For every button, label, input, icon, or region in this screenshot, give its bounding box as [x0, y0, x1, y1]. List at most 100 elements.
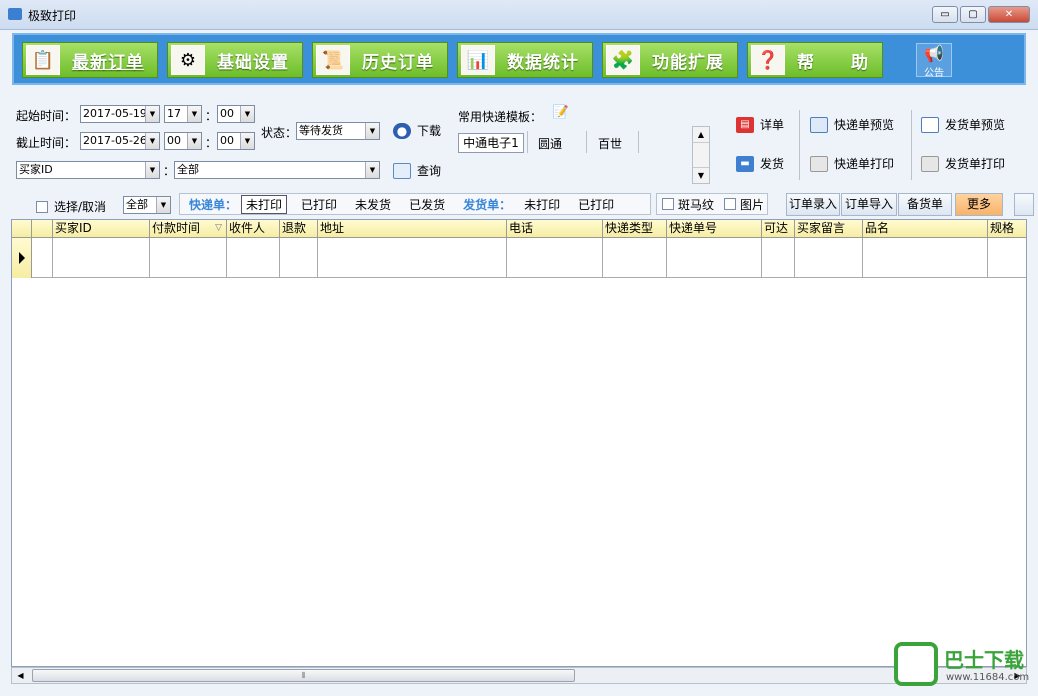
- filter-delivery-printed[interactable]: 已打印: [569, 196, 623, 213]
- order-import-button[interactable]: 订单导入: [841, 193, 897, 216]
- template-item[interactable]: 圆通: [538, 135, 562, 152]
- nav-latest-orders[interactable]: 📋 最新订单: [22, 42, 158, 78]
- end-minute-select[interactable]: 00 ▼: [217, 132, 255, 150]
- column-header[interactable]: 收件人: [227, 220, 280, 238]
- scope-value: 全部: [126, 198, 148, 211]
- table-cell[interactable]: [603, 238, 667, 278]
- table-cell[interactable]: [667, 238, 762, 278]
- ship-button[interactable]: ▬ 发货: [736, 155, 784, 172]
- express-preview-button[interactable]: 快递单预览: [810, 116, 894, 133]
- table-cell[interactable]: [150, 238, 227, 278]
- stock-list-button[interactable]: 备货单: [898, 193, 952, 216]
- column-header-sorted[interactable]: 付款时间 ▽: [150, 220, 227, 238]
- scroll-left-icon[interactable]: ◀: [12, 668, 29, 683]
- template-item[interactable]: 百世: [598, 135, 622, 152]
- download-button[interactable]: ● 下载: [393, 122, 441, 139]
- scroll-down-icon[interactable]: ▼: [693, 167, 709, 183]
- column-header[interactable]: 品名: [863, 220, 988, 238]
- nav-history-orders[interactable]: 📜 历史订单: [312, 42, 448, 78]
- filter-express-printed[interactable]: 已打印: [292, 196, 346, 213]
- divider: [527, 131, 528, 153]
- table-cell[interactable]: [227, 238, 280, 278]
- delivery-print-label: 发货单打印: [945, 157, 1006, 171]
- template-item[interactable]: 中通电子1: [458, 133, 524, 153]
- chevron-down-icon: ▼: [145, 162, 159, 178]
- nav-label: 历史订单: [362, 52, 434, 73]
- order-entry-button[interactable]: 订单录入: [786, 193, 840, 216]
- filter-express-unshipped[interactable]: 未发货: [346, 196, 400, 213]
- delivery-print-button[interactable]: 发货单打印: [921, 155, 1005, 172]
- nav-help[interactable]: ❓ 帮 助: [747, 42, 883, 78]
- column-header[interactable]: 规格: [988, 220, 1026, 238]
- nav-label: 功能扩展: [652, 52, 724, 73]
- end-hour-select[interactable]: 00 ▼: [164, 132, 202, 150]
- template-scrollbar[interactable]: ▲ ▼: [692, 126, 710, 184]
- template-label: 常用快递模板：: [458, 110, 543, 124]
- table-cell[interactable]: [318, 238, 507, 278]
- overflow-button[interactable]: [1014, 193, 1034, 216]
- table-cell[interactable]: [32, 238, 53, 278]
- nav-extensions[interactable]: 🧩 功能扩展: [602, 42, 738, 78]
- table-cell[interactable]: [280, 238, 318, 278]
- start-date-picker[interactable]: 2017-05-19 ▼: [80, 105, 160, 123]
- status-select[interactable]: 等待发货 ▼: [296, 122, 380, 140]
- scroll-up-icon[interactable]: ▲: [693, 127, 709, 143]
- table-cell[interactable]: [53, 238, 150, 278]
- chevron-down-icon: ▼: [156, 197, 170, 213]
- status-value: 等待发货: [299, 124, 343, 137]
- row-selector-icon[interactable]: [12, 238, 32, 278]
- detail-button[interactable]: ▤ 详单: [736, 116, 784, 133]
- table-cell[interactable]: [507, 238, 603, 278]
- column-header[interactable]: 快递单号: [667, 220, 762, 238]
- close-button[interactable]: ✕: [988, 6, 1030, 23]
- filter-delivery-unprinted[interactable]: 未打印: [515, 196, 569, 213]
- zebra-checkbox[interactable]: 斑马纹: [657, 196, 719, 213]
- edit-template-button[interactable]: 📝: [552, 105, 570, 121]
- grid-horizontal-scrollbar[interactable]: ◀ ⦀ ▶: [11, 667, 1027, 684]
- buyer-field-select[interactable]: 买家ID ▼: [16, 161, 160, 179]
- column-header[interactable]: 退款: [280, 220, 318, 238]
- notice-button[interactable]: 📢 公告: [916, 43, 952, 79]
- delivery-preview-button[interactable]: 发货单预览: [921, 116, 1005, 133]
- nav-statistics[interactable]: 📊 数据统计: [457, 42, 593, 78]
- table-cell[interactable]: [762, 238, 795, 278]
- table-row[interactable]: [12, 238, 1026, 278]
- nav-basic-settings[interactable]: ⚙ 基础设置: [167, 42, 303, 78]
- extension-icon: 🧩: [606, 45, 640, 75]
- query-button[interactable]: 查询: [393, 162, 441, 179]
- view-options: 斑马纹 图片: [656, 193, 768, 215]
- more-button[interactable]: 更多: [955, 193, 1003, 216]
- buyer-field-value: 买家ID: [19, 163, 53, 176]
- filter-express-shipped[interactable]: 已发货: [400, 196, 454, 213]
- scope-select[interactable]: 全部 ▼: [123, 196, 171, 214]
- column-header[interactable]: 买家ID: [53, 220, 150, 238]
- column-check[interactable]: [32, 220, 53, 238]
- filter-express-unprinted[interactable]: 未打印: [241, 194, 288, 214]
- express-print-label: 快递单打印: [834, 157, 895, 171]
- column-header[interactable]: 可达: [762, 220, 795, 238]
- table-cell[interactable]: [988, 238, 1026, 278]
- download-label: 下载: [417, 124, 442, 138]
- column-header[interactable]: 快递类型: [603, 220, 667, 238]
- start-minute-select[interactable]: 00 ▼: [217, 105, 255, 123]
- maximize-button[interactable]: ▢: [960, 6, 986, 23]
- truck-icon: ▬: [736, 155, 754, 172]
- table-cell[interactable]: [795, 238, 863, 278]
- column-header[interactable]: 电话: [507, 220, 603, 238]
- express-print-button[interactable]: 快递单打印: [810, 155, 894, 172]
- column-header[interactable]: 买家留言: [795, 220, 863, 238]
- start-hour-select[interactable]: 17 ▼: [164, 105, 202, 123]
- minimize-button[interactable]: ▭: [932, 6, 958, 23]
- buyer-value-select[interactable]: 全部 ▼: [174, 161, 380, 179]
- select-all-checkbox[interactable]: 选择/取消: [36, 198, 106, 215]
- checkbox-box: [724, 198, 737, 210]
- nav-label: 帮 助: [797, 52, 869, 73]
- scrollbar-thumb[interactable]: ⦀: [32, 669, 575, 682]
- table-cell[interactable]: [863, 238, 988, 278]
- detail-label: 详单: [760, 118, 785, 132]
- zebra-label: 斑马纹: [678, 197, 715, 212]
- column-header[interactable]: 地址: [318, 220, 507, 238]
- printer-icon: [921, 155, 939, 172]
- end-date-picker[interactable]: 2017-05-26 ▼: [80, 132, 160, 150]
- image-checkbox[interactable]: 图片: [719, 196, 769, 213]
